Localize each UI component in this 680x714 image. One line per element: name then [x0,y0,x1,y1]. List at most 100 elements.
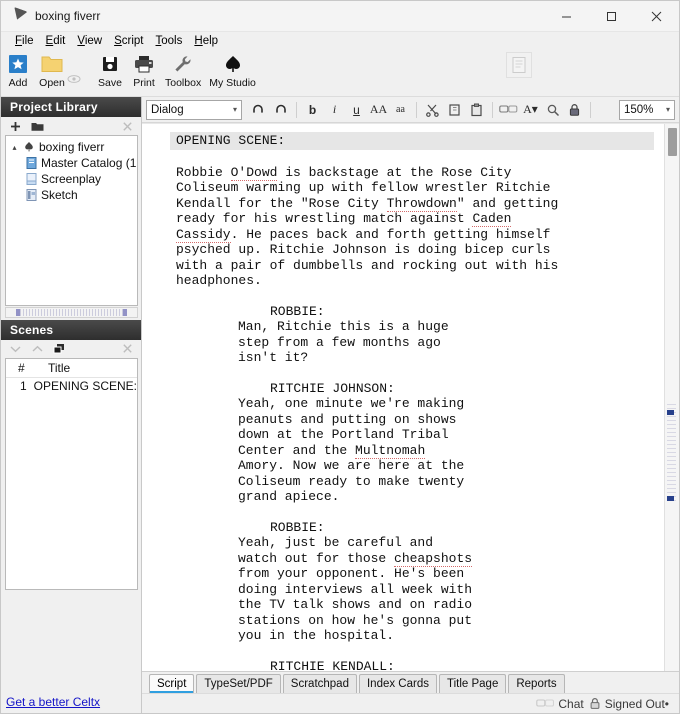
plus-icon[interactable] [7,119,23,134]
maximize-button[interactable] [589,1,634,32]
script-text: stations on how he's gonna put [238,612,473,628]
add-star-icon [7,52,29,76]
misspelled-word: Multnomah [355,442,426,459]
tab-typeset-pdf[interactable]: TypeSet/PDF [196,674,281,693]
script-line: the TV talk shows and on radio [238,597,654,613]
script-text: headphones. [176,273,262,288]
my-studio-button[interactable]: My Studio [205,50,260,94]
eye-icon [67,74,81,84]
vertical-scrollbar[interactable] [664,124,679,671]
account-status[interactable]: Signed Out• [589,697,669,711]
cut-button[interactable] [422,99,443,120]
dialogue-block[interactable]: Yeah, just be careful and watch out for t… [170,535,654,644]
zoom-select[interactable]: 150% ▾ [619,99,675,120]
tree-item-sketch[interactable]: Sketch [6,187,137,203]
script-text: from your opponent. He's been [238,566,465,581]
lock-button[interactable] [564,99,585,120]
script-line: Yeah, just be careful and [238,535,654,551]
uppercase-button[interactable]: AA [368,99,389,120]
chat-status[interactable]: Chat [536,696,584,711]
table-row[interactable]: 1 OPENING SCENE: [6,378,137,394]
add-button[interactable]: Add [1,50,35,94]
scenes-table[interactable]: # Title 1 OPENING SCENE: [5,357,138,590]
chevron-down-icon[interactable] [7,341,23,356]
zoom-value: 150% [624,103,654,116]
format-toolbar: Dialog ▾ b i u AA aa A▾ 150% ▾ [142,97,679,123]
save-button[interactable]: Save [93,50,127,94]
menu-file[interactable]: File [9,32,40,50]
scene-heading[interactable]: OPENING SCENE: [170,132,654,150]
tab-index-cards[interactable]: Index Cards [358,674,437,693]
toolbar-separator [590,101,591,118]
celtx-window: boxing fiverr File Edit View Script Tool… [0,0,680,714]
toolbox-button[interactable]: Toolbox [161,50,205,94]
project-tree[interactable]: ▴ boxing fiverr Master Catalog (166) [5,135,138,306]
get-better-celtx-link[interactable]: Get a better Celtx [6,695,100,709]
scrollbar-thumb[interactable] [668,128,677,156]
scenes-header: Scenes [1,319,141,340]
close-x-icon[interactable] [119,119,135,134]
undo-button[interactable] [248,99,269,120]
script-line: with a pair of dumbbells and rocking out… [176,258,654,274]
character-name[interactable]: RITCHIE JOHNSON: [170,381,654,397]
toolbar-separator [296,101,297,118]
copy-button[interactable] [444,99,465,120]
left-sidebar-filler [1,590,141,692]
folder-icon[interactable] [29,119,45,134]
script-text: " and getting [456,195,559,211]
comment-button[interactable] [498,99,519,120]
paste-button[interactable] [466,99,487,120]
dialogue-block[interactable]: Man, Ritchie this is a huge step from a f… [170,319,654,366]
script-text: with a pair of dumbbells and rocking out… [176,257,559,273]
tab-scratchpad[interactable]: Scratchpad [282,674,357,693]
action-block[interactable]: Robbie O'Dowd is backstage at the Rose C… [170,164,654,289]
print-label: Print [133,77,155,89]
scrollbar-thumb[interactable] [16,308,127,316]
chevron-up-icon[interactable] [29,341,45,356]
minimize-button[interactable] [544,1,589,32]
bold-button[interactable]: b [302,99,323,120]
lowercase-button[interactable]: aa [390,99,411,120]
menu-help[interactable]: Help [188,32,224,50]
script-text: you in the hospital. [238,628,395,643]
tab-script[interactable]: Script [149,674,195,693]
character-name[interactable]: ROBBIE: [170,304,654,320]
main-body: Project Library ▴ boxing fiverr Master C… [1,97,679,713]
close-button[interactable] [634,1,679,32]
tree-item-master-catalog[interactable]: Master Catalog (166) [6,155,137,171]
library-horizontal-scrollbar[interactable] [5,306,138,318]
character-name[interactable]: ROBBIE: [170,520,654,536]
script-line: Coliseum ready to make twenty [238,474,654,490]
menu-tools[interactable]: Tools [150,32,189,50]
underline-button[interactable]: u [346,99,367,120]
script-editor[interactable]: OPENING SCENE: Robbie O'Dowd is backstage… [142,123,679,671]
menu-script[interactable]: Script [108,32,149,50]
italic-button[interactable]: i [324,99,345,120]
tab-reports[interactable]: Reports [508,674,565,693]
document-preview-icon[interactable] [506,52,532,78]
paragraph-style-select[interactable]: Dialog ▾ [146,99,242,120]
character-name[interactable]: RITCHIE KENDALL: [170,659,654,672]
menu-edit[interactable]: Edit [40,32,72,50]
close-x-icon[interactable] [119,341,135,356]
font-dropdown-button[interactable]: A▾ [520,99,541,120]
toolbox-label: Toolbox [165,77,202,89]
dialogue-block[interactable]: Yeah, one minute we're making peanuts and… [170,396,654,505]
twisty-icon[interactable]: ▴ [10,143,19,152]
menu-view[interactable]: View [71,32,108,50]
redo-button[interactable] [270,99,291,120]
print-button[interactable]: Print [127,50,161,94]
catalog-icon [26,157,37,169]
stacked-squares-icon[interactable] [51,341,67,356]
chat-label: Chat [558,696,584,711]
tab-title-page[interactable]: Title Page [439,674,507,693]
find-button[interactable] [542,99,563,120]
open-button[interactable]: Open [35,50,69,94]
save-label: Save [98,77,122,89]
main-toolbar: Add Open Save Print Toolbox My Studio [1,50,679,97]
tree-item-screenplay[interactable]: Screenplay [6,171,137,187]
script-text: . He paces back and forth getting himsel… [230,226,551,242]
script-text: grand apiece. [238,489,340,504]
script-page[interactable]: OPENING SCENE: Robbie O'Dowd is backstage… [170,124,664,671]
tree-item-project[interactable]: ▴ boxing fiverr [6,139,137,155]
